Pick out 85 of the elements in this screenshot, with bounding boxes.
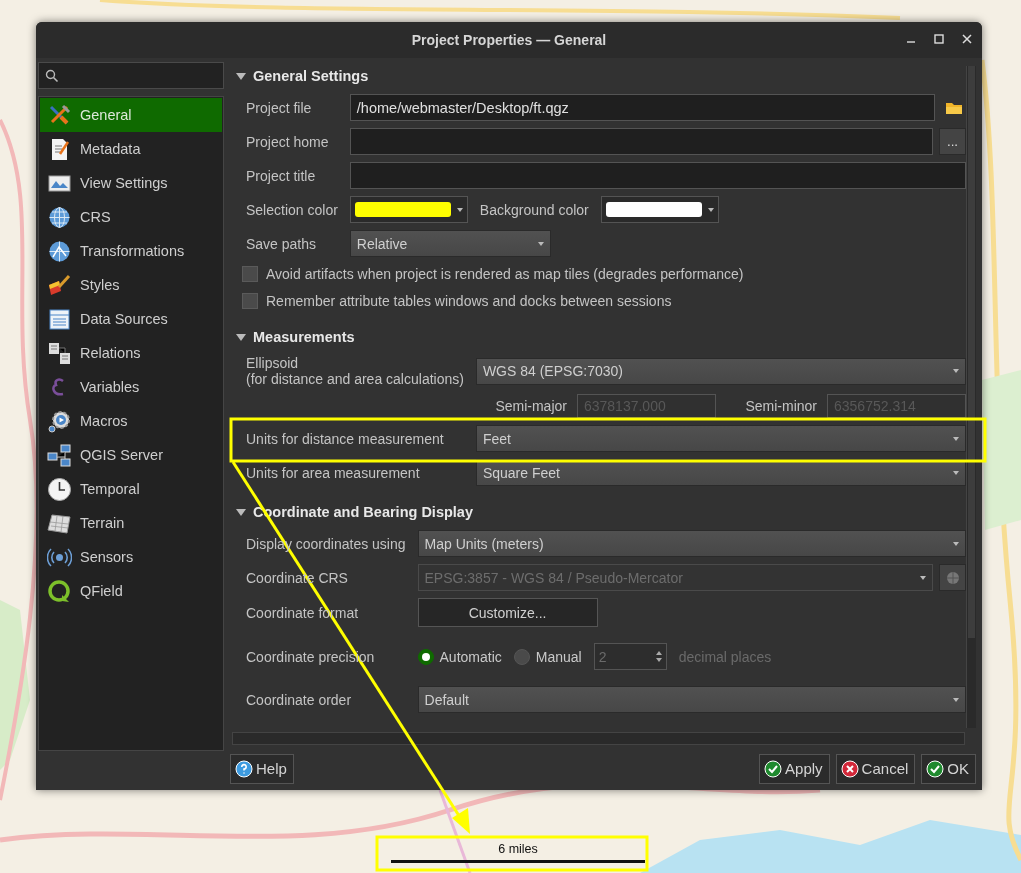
dialog-button[interactable]: Apply [759, 753, 830, 784]
field-label: Save paths [246, 235, 318, 252]
caret-icon [953, 541, 959, 546]
checkbox[interactable] [242, 293, 258, 309]
scale-label: 6 miles [498, 842, 538, 857]
sidebar-item[interactable]: Relations [40, 336, 222, 370]
sidebar-item[interactable]: Data Sources [40, 302, 222, 336]
globe-icon [47, 204, 72, 230]
section-title: Measurements [253, 329, 355, 345]
browse-button[interactable]: ... [939, 128, 966, 155]
table-icon [47, 306, 72, 332]
scrollbar[interactable] [232, 732, 965, 745]
scrollbar[interactable] [966, 66, 976, 728]
sidebar-item[interactable]: QField [40, 574, 222, 608]
gear-icon [47, 408, 72, 434]
help-icon [235, 759, 253, 778]
caret-icon [537, 241, 544, 246]
collapse-icon[interactable] [236, 333, 246, 341]
sidebar-item[interactable]: View Settings [40, 166, 222, 200]
sidebar-item[interactable]: Variables [40, 370, 222, 404]
sidebar-item[interactable]: Sensors [40, 540, 222, 574]
text-field[interactable] [349, 162, 966, 189]
tables-icon [47, 340, 72, 366]
caret-icon [456, 207, 463, 212]
sidebar-item[interactable]: Temporal [40, 472, 222, 506]
sidebar-item[interactable]: CRS [40, 200, 222, 234]
dialog-button[interactable]: OK [921, 753, 976, 784]
clock-icon [47, 476, 72, 502]
globe-button[interactable] [939, 564, 966, 591]
checkbox[interactable] [242, 266, 258, 282]
dialog-button[interactable]: Cancel [835, 753, 916, 784]
caret-icon [920, 575, 926, 580]
field-label: Remember attribute tables windows and docks between sessions [266, 293, 672, 309]
color-picker[interactable] [600, 196, 719, 223]
sidebar-item[interactable]: Terrain [40, 506, 222, 540]
unit-label: decimal places [678, 648, 772, 665]
text-field[interactable] [349, 128, 933, 155]
field-label: Units for area measurement [246, 464, 421, 481]
field-label: Selection color [246, 201, 338, 218]
sidebar-item[interactable]: Transformations [40, 234, 222, 268]
caret-icon [953, 697, 959, 702]
section-title: General Settings [253, 68, 369, 84]
search-field[interactable] [38, 62, 224, 89]
dropdown[interactable]: Feet [475, 425, 966, 452]
network-icon [47, 442, 72, 468]
sidebar-item[interactable]: General [40, 98, 222, 132]
caret-icon [707, 207, 714, 212]
field-label: Coordinate order [246, 691, 353, 708]
dropdown[interactable]: Default [417, 686, 966, 713]
color-picker[interactable] [349, 196, 468, 223]
ring-icon [47, 578, 72, 604]
globe-icon [944, 569, 961, 586]
caret-icon [953, 470, 959, 475]
dropdown[interactable]: WGS 84 (EPSG:7030) [475, 357, 966, 385]
customize-button[interactable]: Customize... [417, 598, 598, 627]
search-icon [45, 68, 59, 83]
dropdown[interactable]: Map Units (meters) [417, 530, 966, 557]
dropdown[interactable]: Relative [349, 230, 551, 257]
sidebar-item[interactable]: Metadata [40, 132, 222, 166]
caret-icon [953, 369, 959, 373]
field-label: Semi-major [495, 398, 567, 414]
collapse-icon[interactable] [236, 508, 246, 516]
collapse-icon[interactable] [236, 72, 246, 80]
caret-icon [953, 436, 959, 441]
field-label: Semi-minor [745, 398, 817, 414]
field-label: Avoid artifacts when project is rendered as map tiles (degrades performance) [266, 266, 744, 282]
text-field[interactable]: /home/webmaster/Desktop/ft.qgz [349, 94, 935, 121]
window-title: Project Properties — General [411, 32, 607, 48]
field-label: Project home [246, 133, 330, 150]
field-label: Project file [246, 99, 313, 116]
dialog-button[interactable]: Help [230, 753, 294, 784]
field-label: Units for distance measurement [246, 430, 445, 447]
sidebar-item[interactable]: Macros [40, 404, 222, 438]
cross-icon [840, 759, 859, 778]
dropdown[interactable]: Square Feet [475, 459, 966, 486]
brush-icon [47, 272, 72, 298]
checkmark-icon [764, 759, 783, 778]
sidebar-item[interactable]: Styles [40, 268, 222, 302]
close-icon[interactable] [960, 32, 974, 46]
sidebar-item[interactable]: QGIS Server [40, 438, 222, 472]
field-label: Background color [479, 201, 589, 218]
field-label: Ellipsoid (for distance and area calculations) [246, 355, 464, 387]
maximize-icon[interactable] [932, 32, 946, 46]
field-label: Project title [246, 167, 317, 184]
checkmark-icon [926, 759, 945, 778]
